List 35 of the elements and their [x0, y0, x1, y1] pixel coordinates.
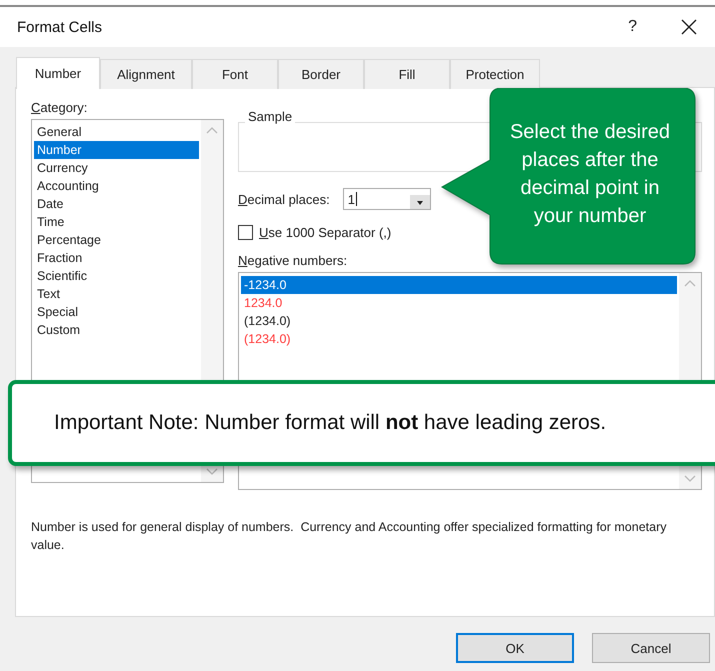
description-text: Number is used for general display of numbers. Currency and Accounting offer specialized formatting for monetary value. [31, 519, 668, 554]
category-item[interactable]: Number [34, 141, 199, 159]
tab[interactable]: Fill [364, 59, 450, 89]
sample-label: Sample [245, 109, 296, 124]
tab[interactable]: Font [192, 59, 278, 89]
note-text: Important Note: Number format will not have leading zeros. [54, 411, 606, 435]
category-item[interactable]: Text [34, 285, 199, 303]
tab[interactable]: Border [278, 59, 364, 89]
category-item[interactable]: Scientific [34, 267, 199, 285]
negative-numbers-label: Negative numbers: [238, 253, 348, 270]
separator-label: Use 1000 Separator (,) [259, 224, 392, 240]
category-item[interactable]: Time [34, 213, 199, 231]
tab[interactable]: Alignment [100, 59, 192, 89]
window-title: Format Cells [17, 18, 104, 36]
category-item[interactable]: Accounting [34, 177, 199, 195]
category-item[interactable]: Custom [34, 321, 199, 339]
tab[interactable]: Number [16, 57, 100, 89]
decimal-places-field[interactable]: 1 [342, 188, 431, 210]
help-button[interactable]: ? [628, 18, 637, 36]
decimal-places-label: Decimal places: [238, 192, 330, 206]
tab[interactable]: Protection [450, 59, 540, 89]
category-item[interactable]: Special [34, 303, 199, 321]
category-item[interactable]: Percentage [34, 231, 199, 249]
negative-number-item[interactable]: (1234.0) [241, 312, 677, 330]
category-item[interactable]: Currency [34, 159, 199, 177]
category-item[interactable]: Fraction [34, 249, 199, 267]
category-item[interactable]: General [34, 123, 199, 141]
negative-number-item[interactable]: -1234.0 [241, 276, 677, 294]
category-label: Category: [31, 100, 88, 117]
negative-number-item[interactable]: (1234.0) [241, 330, 677, 348]
cancel-button[interactable]: Cancel [592, 633, 710, 663]
category-item[interactable]: Date [34, 195, 199, 213]
ok-button[interactable]: OK [456, 633, 574, 663]
callout-text: Select the desired places after the decimal point in your number [508, 120, 672, 229]
negative-number-item[interactable]: 1234.0 [241, 294, 677, 312]
